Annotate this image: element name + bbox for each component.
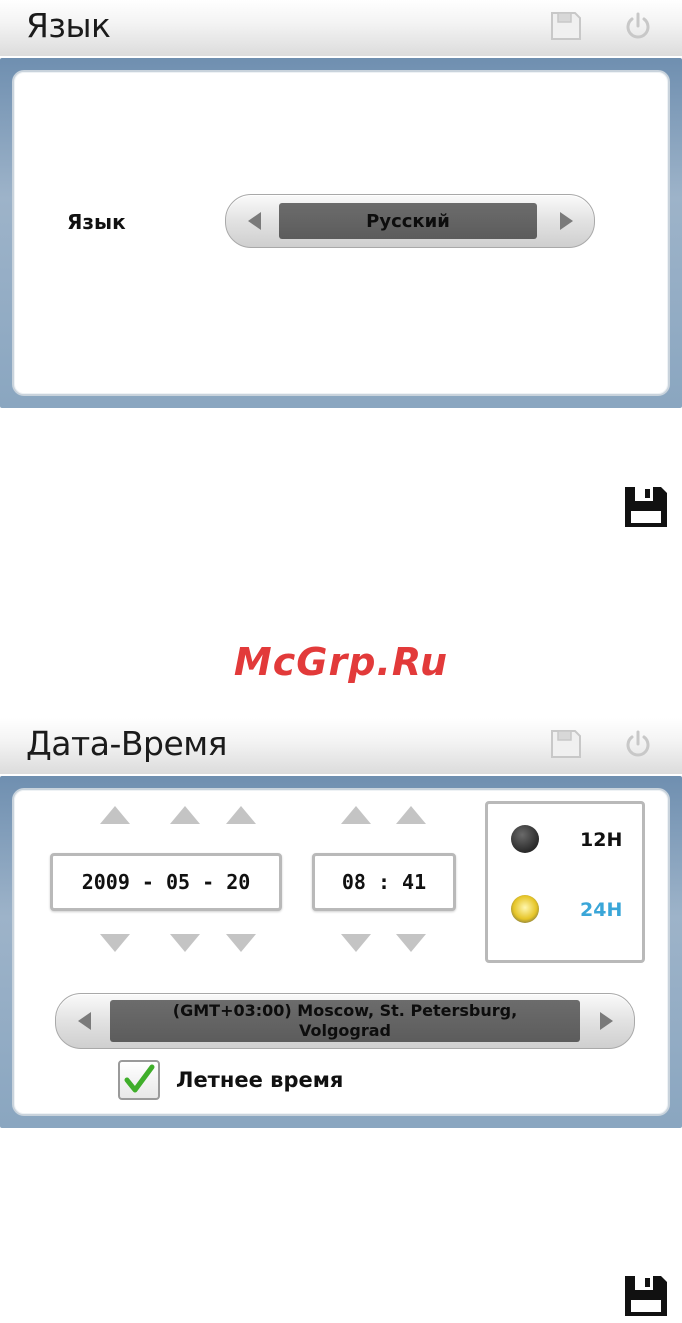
language-header: Язык bbox=[0, 0, 682, 56]
language-next-button[interactable] bbox=[544, 195, 588, 247]
year-down-button[interactable] bbox=[100, 932, 130, 954]
hour-up-button[interactable] bbox=[341, 804, 371, 826]
datetime-header: Дата-Время bbox=[0, 718, 682, 774]
radio-12h-label: 12H bbox=[580, 829, 623, 851]
floppy-disk-icon bbox=[551, 12, 581, 40]
checkmark-icon bbox=[124, 1064, 155, 1093]
timezone-prev-button[interactable] bbox=[62, 994, 106, 1048]
language-label: Язык bbox=[67, 210, 126, 234]
power-button[interactable] bbox=[618, 8, 658, 44]
hour-down-button[interactable] bbox=[341, 932, 371, 954]
language-value: Русский bbox=[279, 203, 537, 239]
arrow-left-icon bbox=[247, 212, 261, 230]
arrow-right-icon bbox=[559, 212, 573, 230]
dst-checkbox[interactable] bbox=[118, 1060, 160, 1100]
save-header-button[interactable] bbox=[546, 8, 586, 44]
minute-up-button[interactable] bbox=[396, 804, 426, 826]
page-title: Язык bbox=[26, 6, 111, 45]
language-selector[interactable]: Русский bbox=[225, 194, 595, 248]
arrow-right-icon bbox=[599, 1012, 613, 1030]
month-down-button[interactable] bbox=[170, 932, 200, 954]
floppy-disk-icon bbox=[625, 487, 667, 527]
timezone-value: (GMT+03:00) Moscow, St. Petersburg, Volg… bbox=[110, 1000, 580, 1042]
dst-label: Летнее время bbox=[176, 1068, 344, 1092]
save-button[interactable] bbox=[623, 1274, 669, 1318]
timezone-next-button[interactable] bbox=[584, 994, 628, 1048]
arrow-left-icon bbox=[77, 1012, 91, 1030]
radio-24h-label: 24H bbox=[580, 899, 623, 921]
month-up-button[interactable] bbox=[170, 804, 200, 826]
power-icon bbox=[626, 12, 650, 39]
watermark-text: McGrp.Ru bbox=[233, 640, 449, 684]
save-header-button[interactable] bbox=[546, 726, 586, 762]
power-icon bbox=[626, 730, 650, 757]
page-title: Дата-Время bbox=[26, 724, 228, 763]
power-button[interactable] bbox=[618, 726, 658, 762]
timezone-line-2: Volgograd bbox=[298, 1021, 392, 1040]
radio-12h[interactable] bbox=[511, 825, 539, 853]
floppy-disk-icon bbox=[551, 730, 581, 758]
save-button[interactable] bbox=[623, 485, 669, 529]
language-prev-button[interactable] bbox=[232, 195, 276, 247]
time-format-group bbox=[485, 801, 645, 963]
date-field[interactable]: 2009 - 05 - 20 bbox=[50, 853, 282, 911]
day-down-button[interactable] bbox=[226, 932, 256, 954]
floppy-disk-icon bbox=[625, 1276, 667, 1316]
time-field[interactable]: 08 : 41 bbox=[312, 853, 456, 911]
timezone-line-1: (GMT+03:00) Moscow, St. Petersburg, bbox=[172, 1001, 518, 1020]
year-up-button[interactable] bbox=[100, 804, 130, 826]
radio-24h[interactable] bbox=[511, 895, 539, 923]
minute-down-button[interactable] bbox=[396, 932, 426, 954]
day-up-button[interactable] bbox=[226, 804, 256, 826]
timezone-selector[interactable]: (GMT+03:00) Moscow, St. Petersburg, Volg… bbox=[55, 993, 635, 1049]
